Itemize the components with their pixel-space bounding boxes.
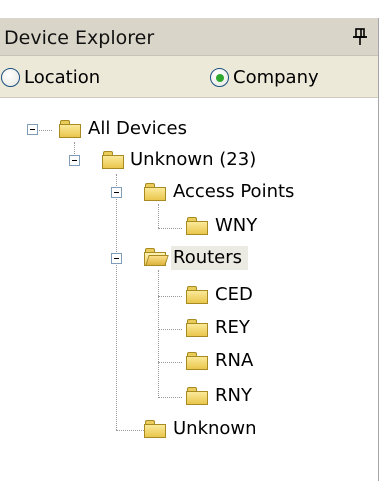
tree-node-routers[interactable]: Routers — [171, 246, 249, 270]
panel-titlebar: Device Explorer — [0, 18, 378, 56]
tree-node-rey[interactable]: REY — [215, 316, 250, 340]
radio-checked-icon[interactable] — [210, 67, 229, 87]
tree-connector — [158, 362, 182, 363]
tree-node-rny[interactable]: RNY — [215, 384, 252, 408]
collapse-icon[interactable] — [27, 124, 38, 135]
grouping-options: Location Company — [0, 56, 378, 98]
company-label: Company — [233, 66, 319, 88]
folder-icon — [186, 286, 208, 304]
tree-node-rna[interactable]: RNA — [215, 349, 253, 373]
folder-icon — [186, 352, 208, 370]
collapse-icon[interactable] — [111, 187, 122, 198]
folder-icon — [59, 120, 81, 138]
panel-border — [378, 18, 379, 481]
collapse-icon[interactable] — [111, 253, 122, 264]
tree-node-ced[interactable]: CED — [215, 283, 253, 307]
folder-icon — [144, 420, 166, 438]
tree-node-wny[interactable]: WNY — [215, 214, 257, 238]
folder-icon — [186, 217, 208, 235]
collapse-icon[interactable] — [69, 155, 80, 166]
folder-icon — [144, 183, 166, 201]
tree-node-unknown-23[interactable]: Unknown (23) — [130, 148, 256, 172]
panel-title: Device Explorer — [4, 27, 155, 49]
location-radio-option[interactable]: Location — [1, 66, 100, 88]
tree-connector — [158, 228, 182, 229]
tree-connector — [116, 430, 144, 431]
folder-icon — [186, 387, 208, 405]
location-label: Location — [24, 66, 101, 88]
device-tree: All Devices Unknown (23) Access Points W… — [0, 100, 378, 481]
pushpin-icon[interactable] — [352, 27, 368, 47]
tree-node-all-devices[interactable]: All Devices — [88, 117, 187, 141]
open-folder-icon — [144, 248, 169, 266]
folder-icon — [186, 319, 208, 337]
tree-connector — [116, 174, 117, 430]
tree-connector — [158, 329, 182, 330]
tree-connector — [158, 397, 182, 398]
company-radio-option[interactable]: Company — [210, 66, 319, 88]
tree-node-access-points[interactable]: Access Points — [173, 180, 294, 204]
tree-connector — [158, 296, 182, 297]
radio-unchecked-icon[interactable] — [1, 67, 20, 87]
device-explorer-panel: Device Explorer Location Company All Dev… — [0, 0, 382, 481]
tree-connector — [158, 270, 159, 398]
tree-node-unknown[interactable]: Unknown — [173, 417, 257, 441]
tree-connector — [158, 204, 159, 228]
folder-icon — [102, 151, 124, 169]
